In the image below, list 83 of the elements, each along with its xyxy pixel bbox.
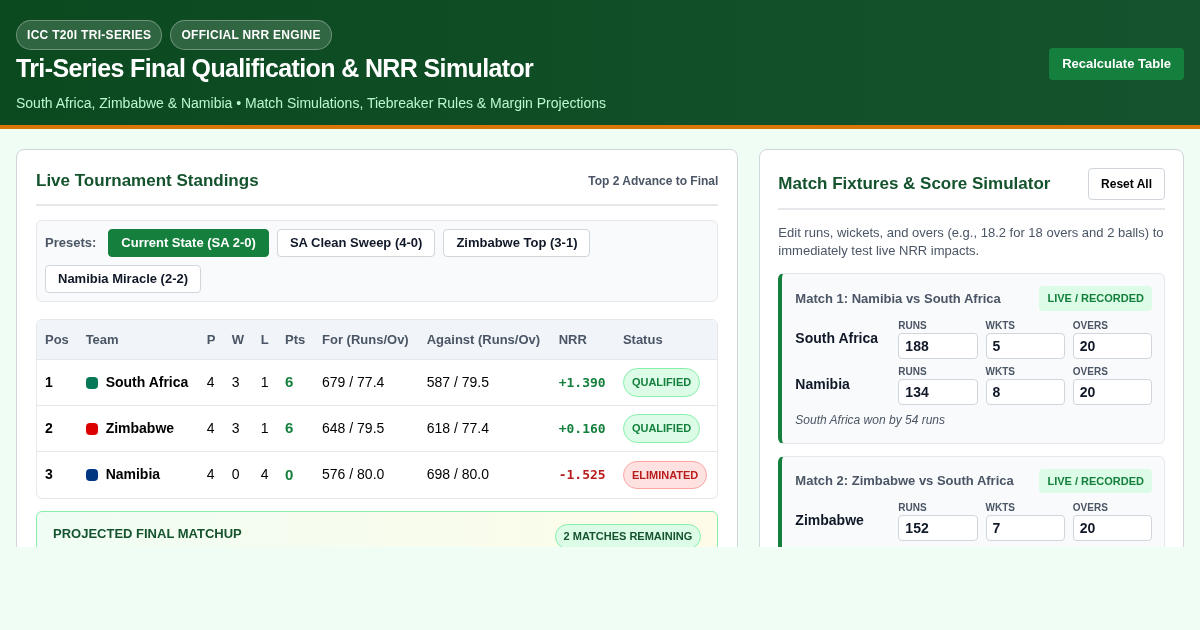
table-cell: 4 <box>198 359 224 406</box>
field-label: RUNS <box>898 364 928 378</box>
panel-title: Live Tournament Standings <box>36 170 259 192</box>
match-status-badge: LIVE / RECORDED <box>1039 286 1152 311</box>
table-cell: 0 <box>277 451 315 498</box>
match-status-badge: LIVE / RECORDED <box>1039 468 1152 493</box>
column-header: P <box>198 319 224 360</box>
table-cell: 6 <box>277 359 315 406</box>
column-header: For (Runs/Ov) <box>314 319 419 360</box>
field-label: OVERS <box>1072 501 1109 514</box>
column-header: L <box>252 319 278 360</box>
table-cell: 698 / 80.0 <box>418 451 551 498</box>
preset-button[interactable]: Namibia Miracle (2-2) <box>45 264 202 293</box>
field-label: WKTS <box>985 318 1017 332</box>
table-cell: 587 / 79.5 <box>418 359 551 406</box>
table-cell: 679 / 77.4 <box>314 359 419 406</box>
team-name: Zimbabwe <box>795 511 865 530</box>
score-input[interactable]: 20 <box>1072 332 1152 359</box>
match-title: Match 1: Namibia vs South Africa <box>795 289 1001 308</box>
table-cell: 0 <box>223 451 253 498</box>
table-cell: 1 <box>252 405 278 452</box>
table-cell: 2 <box>37 405 78 452</box>
preset-button[interactable]: SA Clean Sweep (4-0) <box>276 228 436 257</box>
status-badge: QUALIFIED <box>622 414 701 443</box>
team-name: South Africa <box>795 328 880 348</box>
nrr-value: +1.390 <box>550 359 615 406</box>
advance-note: Top 2 Advance to Final <box>588 172 719 190</box>
preset-button[interactable]: Zimbabwe Top (3-1) <box>443 228 591 257</box>
score-input[interactable]: 5 <box>985 332 1065 359</box>
score-input[interactable]: 152 <box>898 515 978 541</box>
score-input[interactable]: 20 <box>1072 515 1152 541</box>
table-cell: 648 / 79.5 <box>314 405 419 452</box>
field-label: RUNS <box>898 318 928 332</box>
table-cell: 6 <box>277 405 315 452</box>
column-header: Pts <box>277 319 315 360</box>
column-header: Pos <box>37 319 78 360</box>
column-header: NRR <box>550 319 615 360</box>
score-input[interactable]: 20 <box>1072 378 1152 405</box>
column-header: Team <box>77 319 199 360</box>
preset-button[interactable]: Current State (SA 2-0) <box>108 228 269 257</box>
team-name: South Africa <box>105 373 189 392</box>
column-header: Status <box>614 319 718 360</box>
field-label: RUNS <box>898 501 928 514</box>
page-subtitle: South Africa, Zimbabwe & Namibia • Match Simulations, Tiebreaker Rules & Margin Projections <box>16 94 607 113</box>
reset-button[interactable]: Reset All <box>1088 168 1165 200</box>
table-cell: 1 <box>37 359 78 406</box>
field-label: OVERS <box>1072 364 1109 378</box>
team-name: Namibia <box>795 374 851 394</box>
help-text: Edit runs, wickets, and overs (e.g., 18.2 for 18 overs and 2 balls) to immediately test live NRR impacts. <box>778 224 1165 260</box>
nrr-value: +0.160 <box>550 405 615 452</box>
recalculate-button[interactable]: Recalculate Table <box>1049 48 1184 80</box>
field-label: WKTS <box>985 501 1017 514</box>
score-input[interactable]: 7 <box>985 515 1065 541</box>
column-header: Against (Runs/Ov) <box>418 319 551 360</box>
status-badge: QUALIFIED <box>622 368 701 397</box>
team-name: Namibia <box>105 465 161 485</box>
table-cell: 3 <box>223 359 253 406</box>
table-cell: 4 <box>252 451 278 498</box>
table-cell: 618 / 77.4 <box>418 405 551 452</box>
field-label: OVERS <box>1072 318 1109 332</box>
projection-title: PROJECTED FINAL MATCHUP <box>53 524 242 543</box>
score-input[interactable]: 8 <box>985 378 1065 405</box>
table-cell: 3 <box>37 451 78 498</box>
score-input[interactable]: 134 <box>898 378 978 405</box>
page-title: Tri-Series Final Qualification & NRR Simulator <box>16 53 535 84</box>
panel-title: Match Fixtures & Score Simulator <box>778 173 1051 196</box>
team-name: Zimbabwe <box>105 419 175 438</box>
column-header: W <box>223 319 253 360</box>
table-cell: 4 <box>198 405 224 452</box>
table-cell: 4 <box>198 451 224 498</box>
table-cell: 3 <box>223 405 253 452</box>
match-title: Match 2: Zimbabwe vs South Africa <box>795 472 1014 490</box>
nrr-value: -1.525 <box>550 451 615 498</box>
table-cell: 576 / 80.0 <box>314 451 419 498</box>
remaining-badge: 2 MATCHES REMAINING <box>554 523 702 547</box>
table-cell: 1 <box>252 359 278 406</box>
presets-label: Presets: <box>45 233 97 252</box>
match-result: South Africa won by 54 runs <box>795 411 946 429</box>
header-badge: ICC T20I TRI-SERIES <box>16 20 163 50</box>
header-badge: OFFICIAL NRR ENGINE <box>170 20 332 50</box>
field-label: WKTS <box>985 364 1017 378</box>
status-badge: ELIMINATED <box>622 460 708 489</box>
score-input[interactable]: 188 <box>898 332 978 359</box>
